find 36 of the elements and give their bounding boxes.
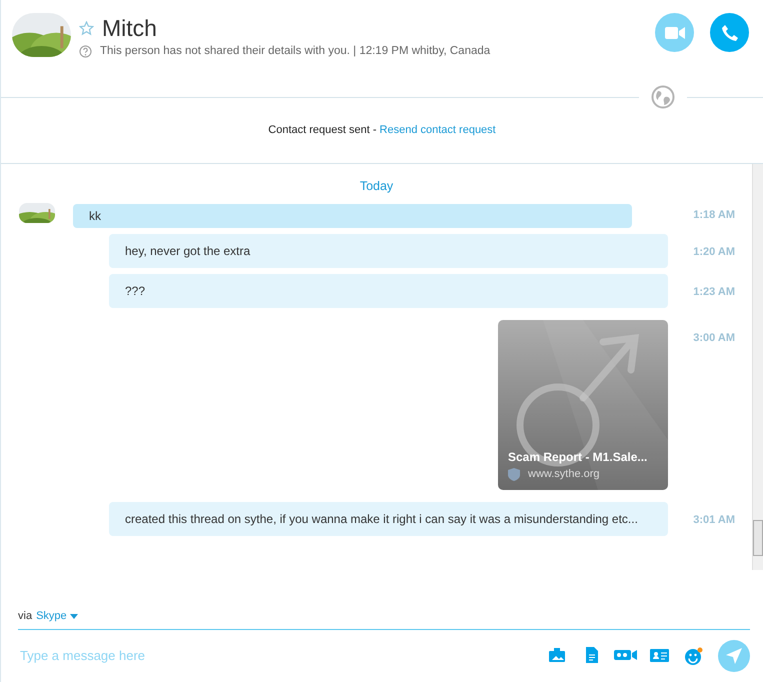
resend-request-link[interactable]: Resend contact request — [380, 124, 496, 136]
scrollbar-thumb[interactable] — [753, 520, 763, 556]
date-label: Today — [358, 178, 394, 195]
via-label: via — [18, 609, 32, 624]
shield-icon — [508, 468, 520, 481]
message-time: 1:23 AM — [693, 284, 736, 300]
message-bubble: created this thread on sythe, if you wanna make it right i can say it was a misunderstanding etc... — [109, 502, 668, 536]
video-call-button[interactable] — [655, 13, 694, 52]
contact-card-icon — [650, 646, 668, 664]
globe-icon — [651, 85, 675, 109]
contact-request-text: Contact request sent - Resend contact request — [268, 122, 496, 138]
link-title: Scam Report - M1.Sale... — [508, 449, 648, 466]
message-bubble: kk — [73, 204, 632, 228]
image-share-icon — [549, 646, 565, 664]
scrollbar[interactable] — [752, 164, 763, 570]
video-camera-icon — [664, 26, 684, 40]
smiley-icon — [684, 646, 702, 664]
link-site: www.sythe.org — [528, 467, 600, 482]
message-time: 1:18 AM — [693, 208, 736, 223]
contact-name: Mitch — [102, 14, 157, 43]
caret-icon — [70, 614, 78, 619]
message-bubble: ??? — [109, 274, 668, 308]
status-text: This person has not shared their details with you. | 12:19 PM whitby, Canada — [100, 44, 490, 59]
message-time: 3:01 AM — [693, 512, 736, 528]
call-button[interactable] — [710, 13, 749, 52]
send-icon — [726, 648, 742, 664]
message-bubble: hey, never got the extra — [109, 234, 668, 268]
star-icon[interactable] — [79, 20, 94, 36]
send-button[interactable] — [718, 640, 750, 672]
phone-icon — [720, 24, 738, 42]
service-dropdown[interactable]: Skype — [36, 608, 78, 624]
link-preview-card[interactable]: Scam Report - M1.Sale... www.sythe.org — [498, 320, 668, 490]
message-time: 1:20 AM — [693, 244, 736, 260]
message-time: 3:00 AM — [693, 330, 736, 346]
help-icon — [79, 45, 92, 58]
document-icon — [584, 646, 598, 664]
